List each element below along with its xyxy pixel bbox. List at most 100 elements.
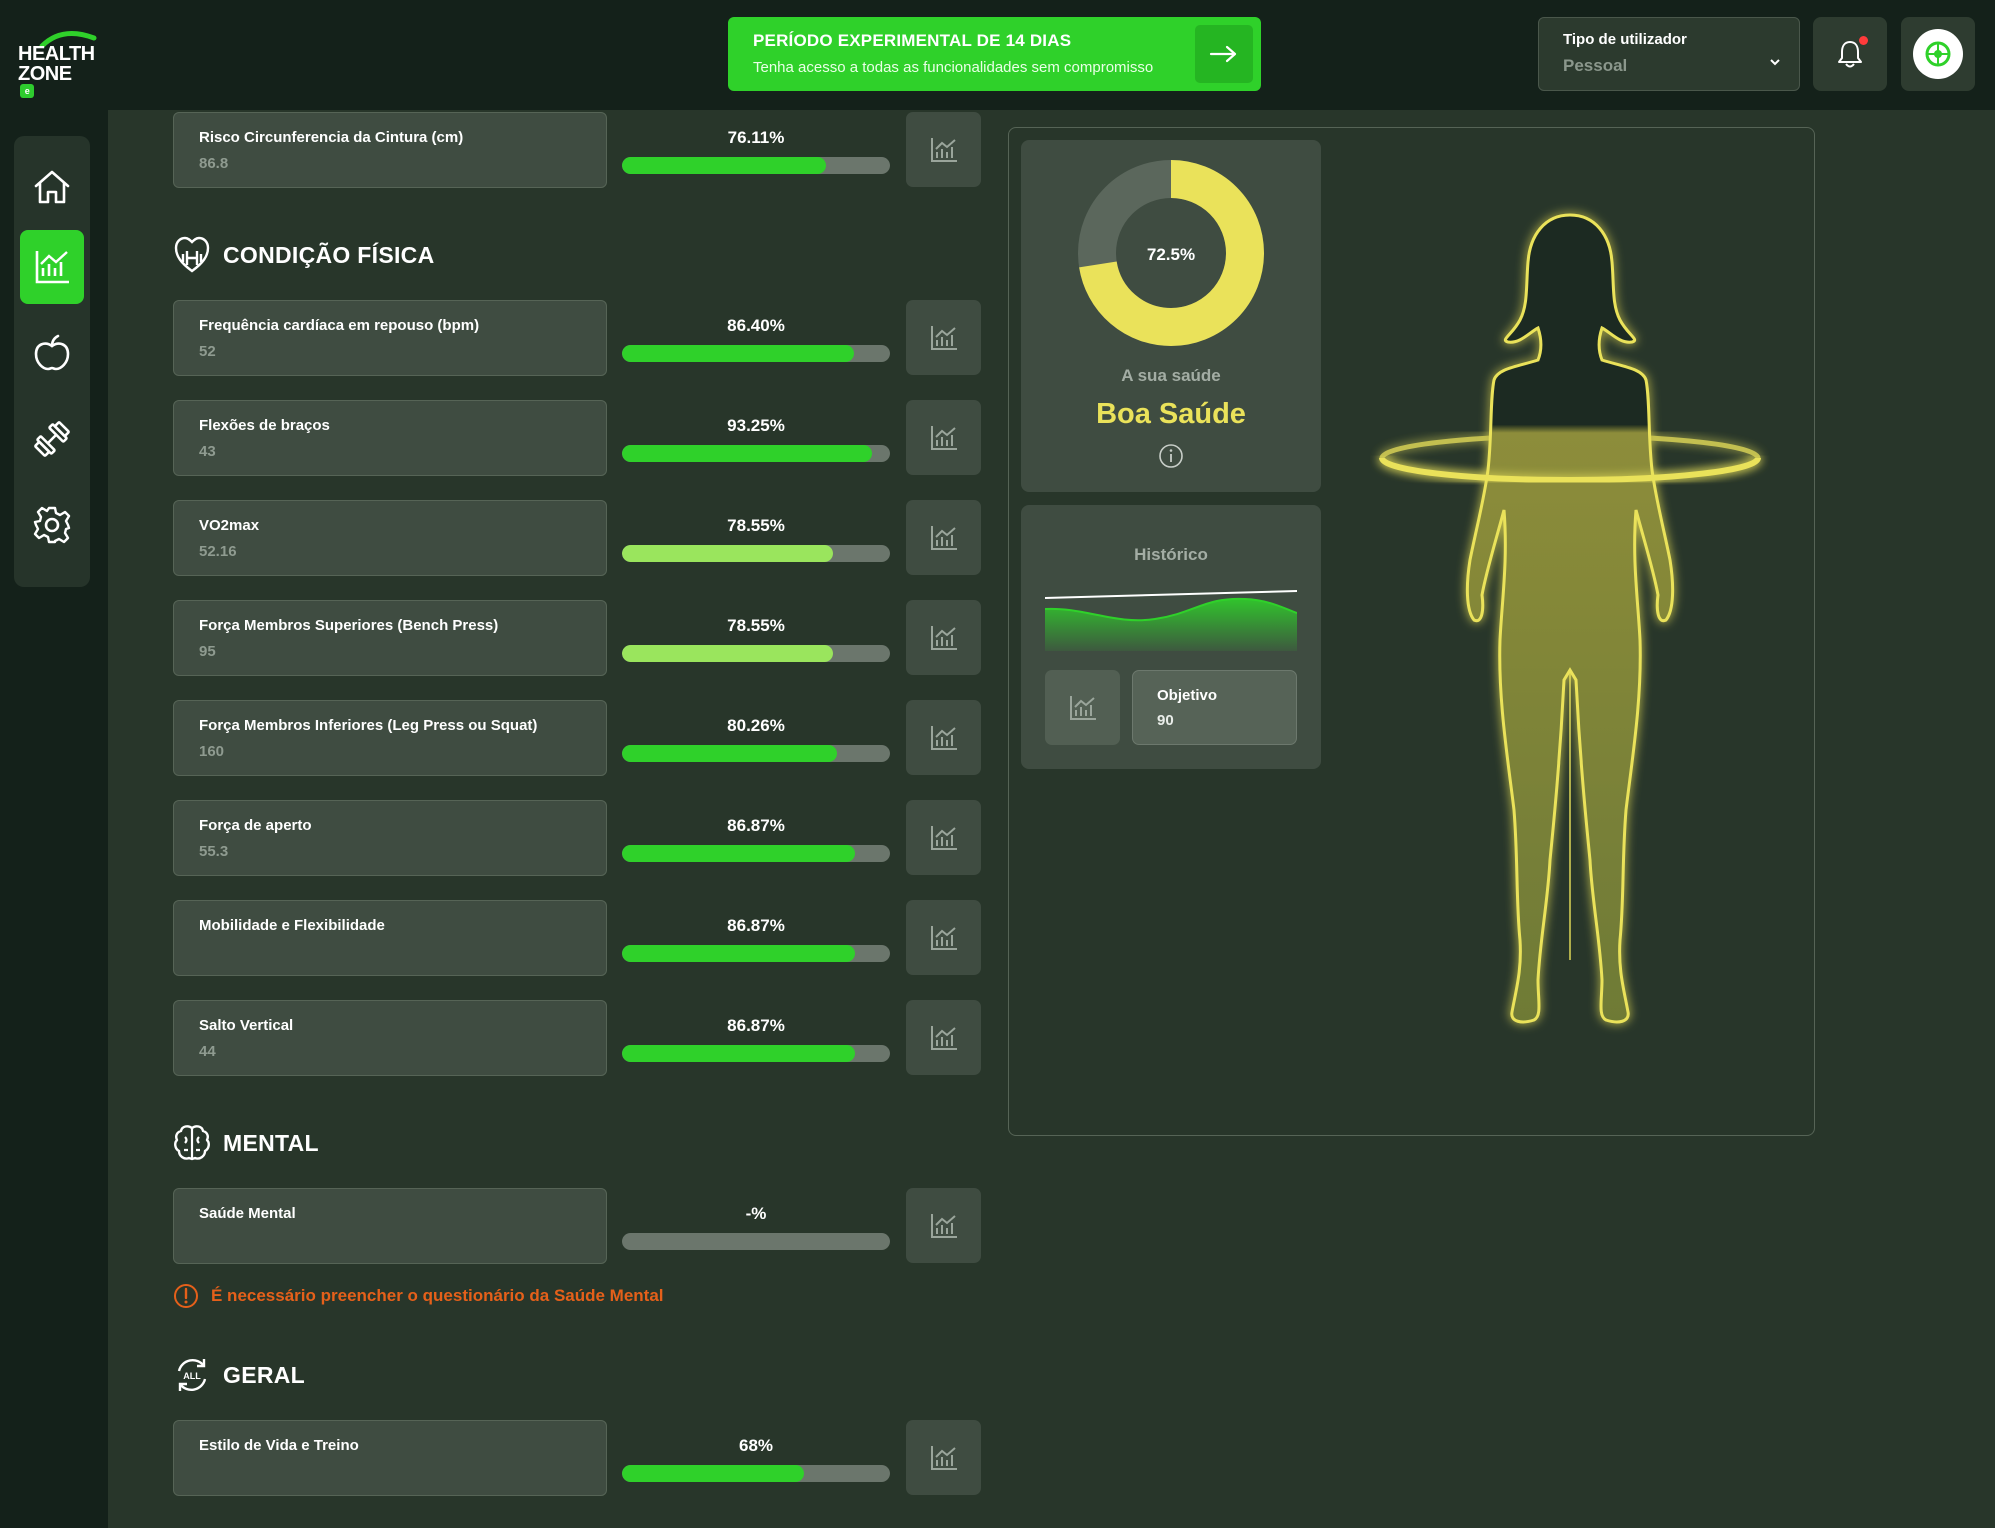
metric-name: Força Membros Superiores (Bench Press) — [199, 617, 499, 634]
progress-bar — [622, 645, 890, 662]
svg-text:ALL: ALL — [183, 1371, 201, 1381]
metric-chart-button[interactable] — [906, 300, 981, 375]
section-mental-header: MENTAL — [173, 1123, 319, 1163]
history-card: Histórico Objetivo 90 — [1021, 505, 1321, 769]
trial-arrow-button[interactable] — [1195, 25, 1253, 83]
refresh-all-icon: ALL — [177, 1359, 207, 1391]
metric-chart-button[interactable] — [906, 800, 981, 875]
progress-fill — [622, 1465, 805, 1482]
metric-card-waist[interactable]: Risco Circunferencia da Cintura (cm) 86.… — [173, 112, 607, 188]
info-icon[interactable] — [1157, 442, 1185, 470]
brain-icon — [174, 1125, 210, 1161]
section-physical-header: CONDIÇÃO FÍSICA — [173, 235, 435, 275]
logo-line-2: ZONE e — [18, 63, 72, 98]
metric-percent: -% — [745, 1204, 767, 1223]
metric-percent: 76.11% — [727, 128, 785, 147]
metric-chart-button[interactable] — [906, 700, 981, 775]
metric-percent: 68% — [738, 1436, 774, 1455]
user-type-label: Tipo de utilizador — [1563, 31, 1687, 48]
metric-name: Força Membros Inferiores (Leg Press ou S… — [199, 717, 538, 734]
bar-chart-icon — [930, 1213, 957, 1238]
metric-card[interactable]: Força Membros Superiores (Bench Press) 9… — [173, 600, 607, 676]
metric-value: 86.8 — [199, 155, 229, 172]
section-general-title: GERAL — [223, 1361, 305, 1388]
metric-card[interactable]: Força Membros Inferiores (Leg Press ou S… — [173, 700, 607, 776]
metric-chart-button[interactable] — [906, 500, 981, 575]
metric-chart-button[interactable] — [906, 1420, 981, 1495]
goal-box[interactable]: Objetivo 90 — [1132, 670, 1297, 745]
progress-bar — [622, 845, 890, 862]
app-logo[interactable]: HEALTH ZONE e — [18, 30, 100, 98]
bar-chart-icon — [930, 325, 957, 350]
progress-bar — [622, 945, 890, 962]
metric-card[interactable]: VO2max 52.16 — [173, 500, 607, 576]
metric-chart-button[interactable] — [906, 400, 981, 475]
metric-chart-button[interactable] — [906, 600, 981, 675]
metric-card[interactable]: Estilo de Vida e Treino — [173, 1420, 607, 1496]
metric-percent: 86.87% — [727, 816, 785, 835]
section-mental-title: MENTAL — [223, 1129, 319, 1156]
metric-name: Risco Circunferencia da Cintura (cm) — [199, 129, 464, 146]
progress-bar — [622, 445, 890, 462]
metric-name: Frequência cardíaca em repouso (bpm) — [199, 317, 480, 334]
metric-card[interactable]: Frequência cardíaca em repouso (bpm) 52 — [173, 300, 607, 376]
user-type-select[interactable]: Tipo de utilizador Pessoal — [1538, 17, 1800, 91]
metric-value: 55.3 — [199, 843, 229, 860]
sidebar-item-stats[interactable] — [20, 230, 84, 304]
metric-chart-button[interactable] — [906, 1000, 981, 1075]
trial-subtitle: Tenha acesso a todas as funcionalidades … — [753, 59, 1154, 76]
goal-value: 90 — [1157, 712, 1174, 729]
history-chart-button[interactable] — [1045, 670, 1120, 745]
sidebar-item-nutrition[interactable] — [20, 316, 84, 390]
metric-name: Mobilidade e Flexibilidade — [199, 917, 385, 934]
metric-value: 52 — [199, 343, 216, 360]
metric-card[interactable]: Flexões de braços 43 — [173, 400, 607, 476]
health-score-value: 72.5% — [1146, 245, 1196, 264]
gear-icon — [33, 506, 71, 544]
health-status: Boa Saúde — [1096, 398, 1246, 430]
chevron-down-icon — [1770, 59, 1780, 66]
metric-value: 95 — [199, 643, 216, 660]
bar-chart-icon — [930, 1445, 957, 1470]
bar-chart-icon — [930, 525, 957, 550]
metric-card[interactable]: Mobilidade e Flexibilidade — [173, 900, 607, 976]
dumbbell-icon — [34, 421, 70, 457]
sidebar-item-training[interactable] — [20, 402, 84, 476]
metric-chart-button[interactable] — [906, 112, 981, 187]
metric-chart-button[interactable] — [906, 900, 981, 975]
bar-chart-icon — [930, 425, 957, 450]
logo-line-1: HEALTH — [18, 43, 95, 65]
metric-card[interactable]: Força de aperto 55.3 — [173, 800, 607, 876]
metric-name: Saúde Mental — [199, 1205, 296, 1222]
history-sparkline — [1045, 590, 1297, 651]
health-score-card: 72.5% A sua saúde Boa Saúde — [1021, 140, 1321, 492]
health-label: A sua saúde — [1121, 366, 1221, 385]
metric-percent: 86.40% — [727, 316, 785, 335]
metric-name: Estilo de Vida e Treino — [199, 1437, 359, 1454]
sidebar-item-settings[interactable] — [20, 488, 84, 562]
metric-percent: 78.55% — [727, 516, 785, 535]
notifications-button[interactable] — [1813, 17, 1887, 91]
progress-bar — [622, 345, 890, 362]
top-bar: HEALTH ZONE e PERÍODO EXPERIMENTAL DE 14 … — [0, 0, 1995, 110]
metric-percent: 93.25% — [727, 416, 785, 435]
progress-fill — [622, 345, 854, 362]
progress-fill — [622, 157, 826, 174]
user-type-value: Pessoal — [1563, 56, 1628, 75]
progress-bar — [622, 1465, 890, 1482]
avatar-logo-icon — [1925, 41, 1951, 67]
metric-chart-button[interactable] — [906, 1188, 981, 1263]
trial-banner[interactable]: PERÍODO EXPERIMENTAL DE 14 DIAS Tenha ac… — [728, 17, 1261, 91]
progress-fill — [622, 1045, 855, 1062]
sidebar-item-home[interactable] — [20, 150, 84, 224]
profile-button[interactable] — [1901, 17, 1975, 91]
notification-dot — [1859, 36, 1868, 45]
metric-value: 52.16 — [199, 543, 237, 560]
section-physical-title: CONDIÇÃO FÍSICA — [223, 241, 435, 268]
sidebar — [14, 136, 90, 587]
progress-fill — [622, 745, 838, 762]
bar-chart-icon — [930, 137, 957, 162]
metric-card[interactable]: Salto Vertical 44 — [173, 1000, 607, 1076]
body-silhouette-icon — [1379, 213, 1761, 1024]
metric-card[interactable]: Saúde Mental — [173, 1188, 607, 1264]
